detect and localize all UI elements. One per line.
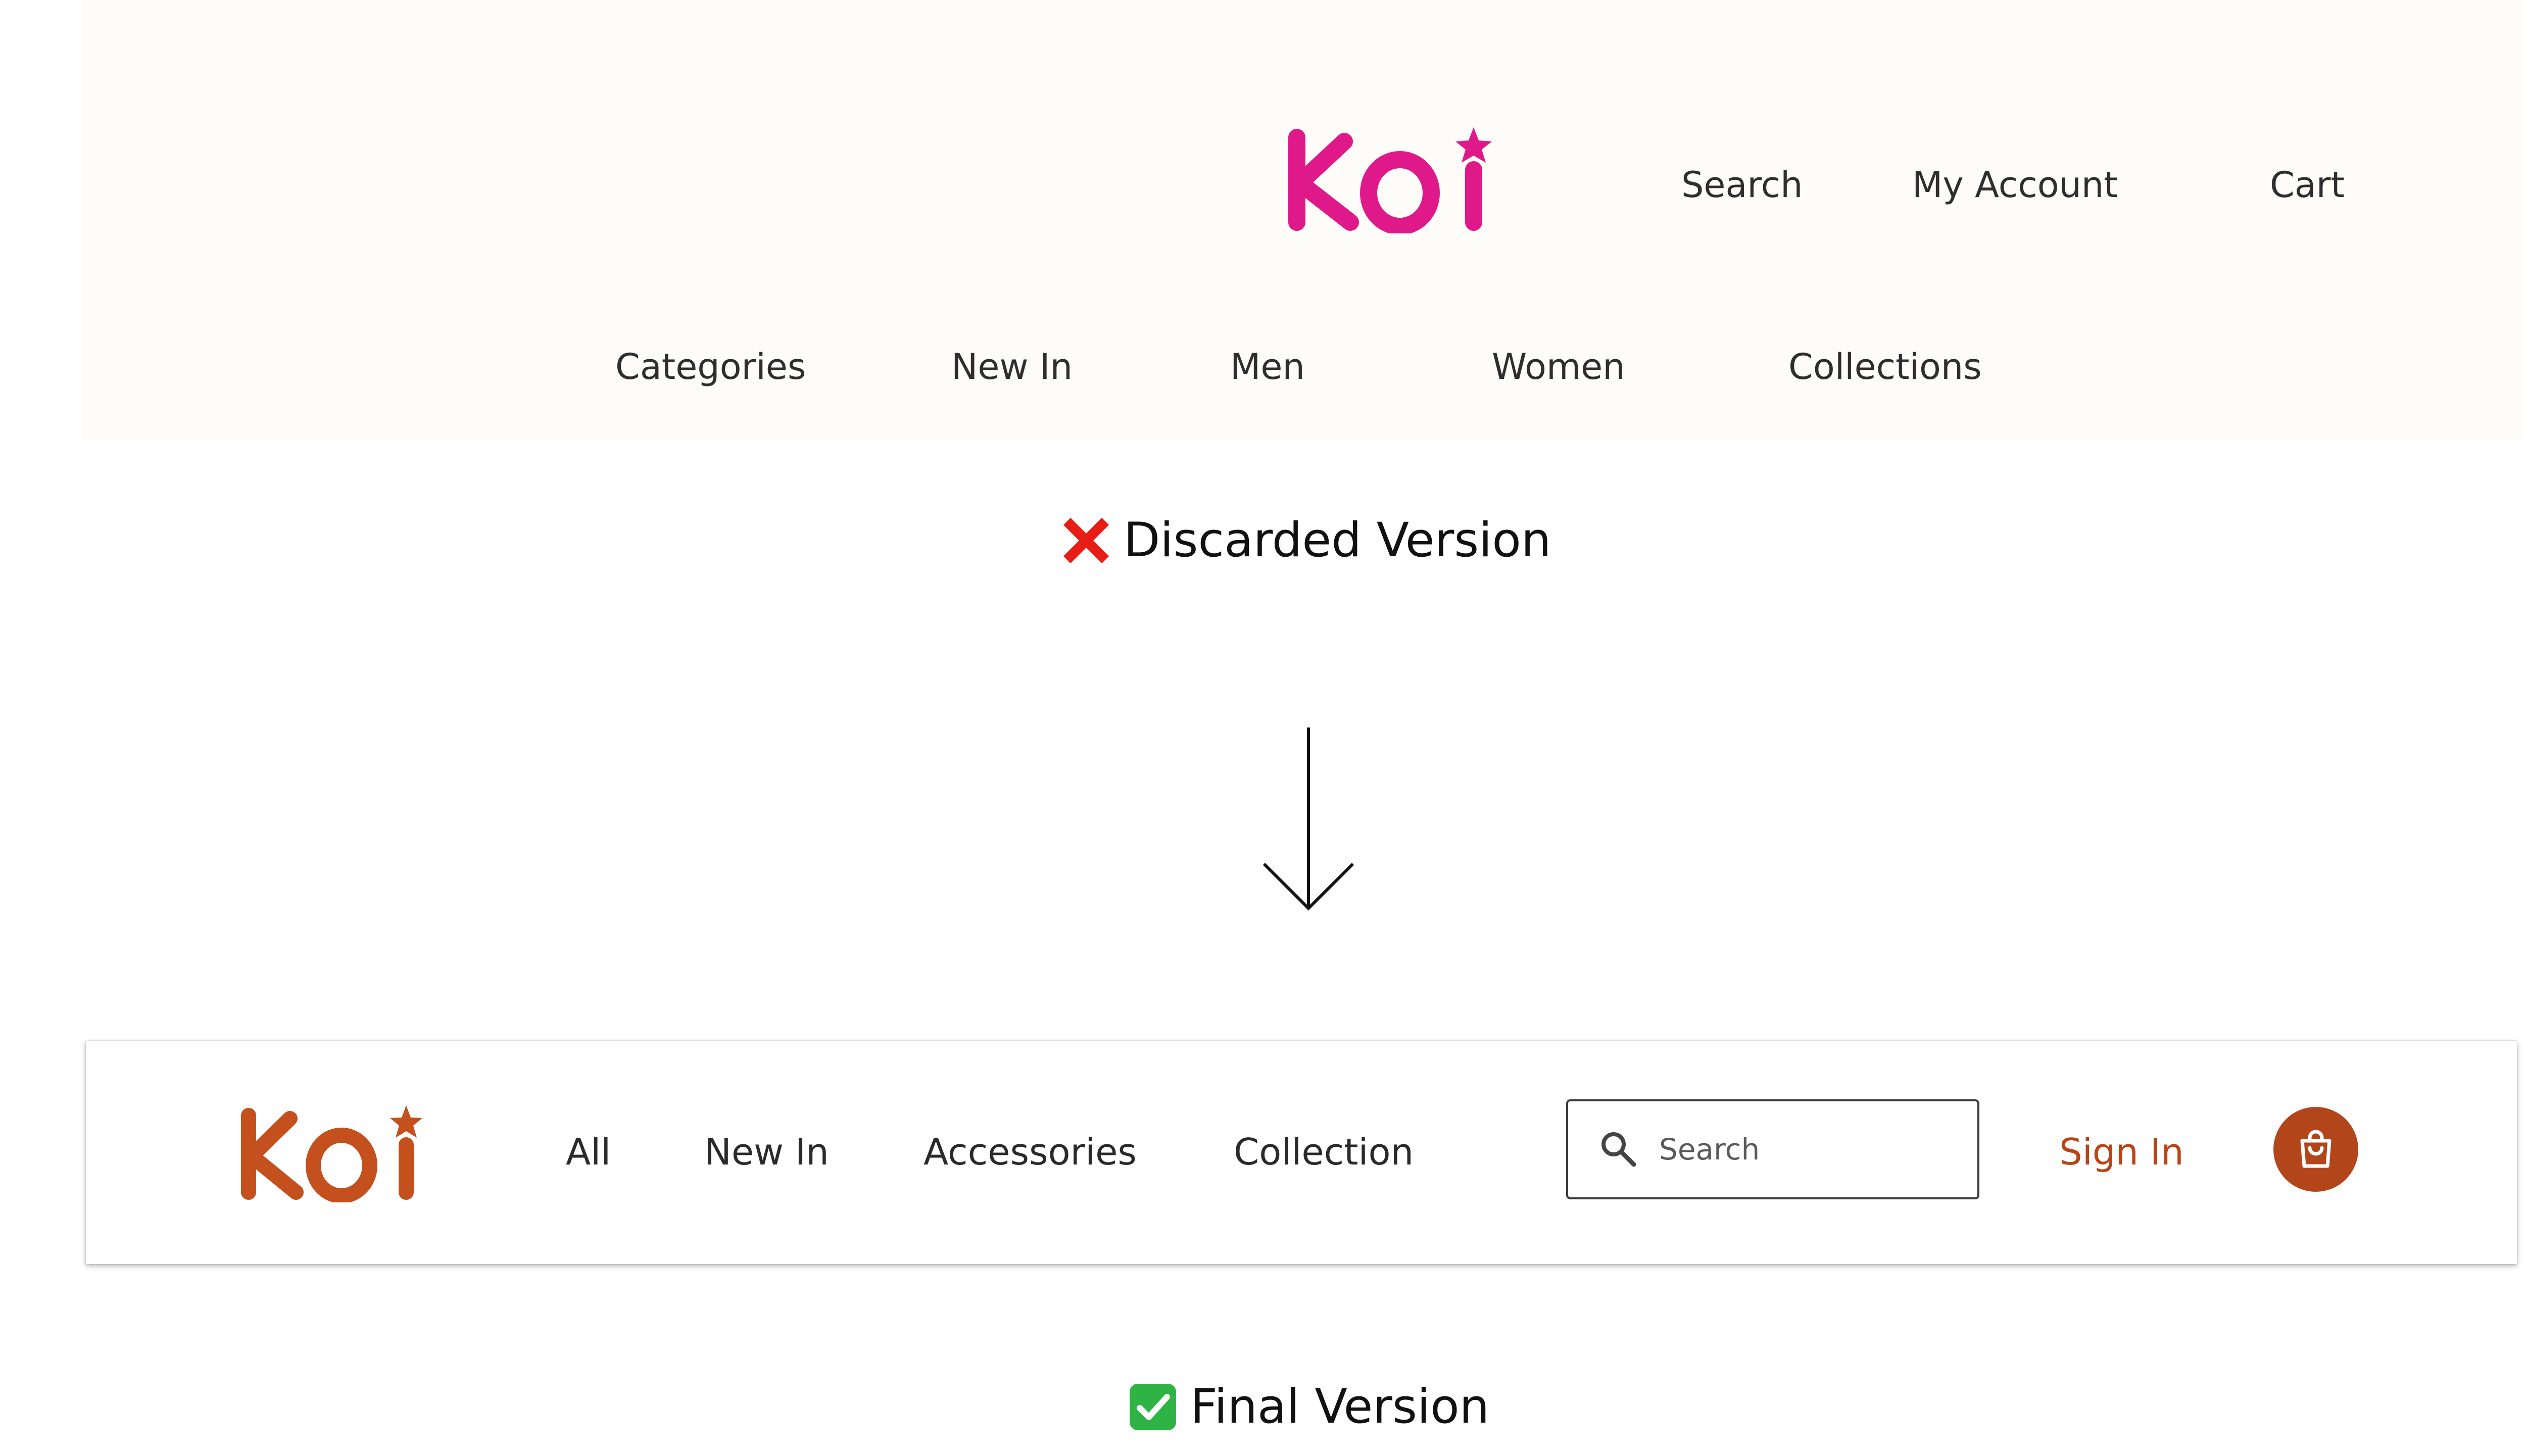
search-icon: [1601, 1132, 1636, 1167]
final-caption: Final Version: [1128, 1374, 1489, 1440]
nav-collections[interactable]: Collections: [1788, 342, 1982, 392]
search-input[interactable]: [1659, 1132, 1942, 1167]
arrow-down-icon: [1262, 727, 1354, 911]
final-header: All New In Accessories Collection Sign I…: [86, 1041, 2517, 1264]
nav-new-in[interactable]: New In: [951, 342, 1073, 392]
check-mark-icon: [1130, 1384, 1176, 1430]
cart-button[interactable]: [2273, 1107, 2358, 1192]
nav-women[interactable]: Women: [1492, 342, 1625, 392]
discarded-caption-text: Discarded Version: [1124, 513, 1551, 568]
koi-logo-final[interactable]: [233, 1096, 425, 1202]
cross-mark-icon: [1063, 517, 1109, 564]
search-box[interactable]: [1566, 1099, 1979, 1199]
nav-accessories[interactable]: Accessories: [924, 1127, 1137, 1177]
my-account-link[interactable]: My Account: [1912, 160, 2118, 210]
final-caption-text: Final Version: [1190, 1379, 1490, 1434]
koi-logo-discarded[interactable]: [1280, 117, 1497, 233]
nav-new-in[interactable]: New In: [704, 1127, 829, 1177]
sign-in-link[interactable]: Sign In: [2059, 1127, 2184, 1177]
cart-link[interactable]: Cart: [2270, 160, 2345, 210]
nav-all[interactable]: All: [566, 1127, 611, 1177]
nav-men[interactable]: Men: [1230, 342, 1305, 392]
nav-categories[interactable]: Categories: [615, 342, 806, 392]
nav-collection[interactable]: Collection: [1234, 1127, 1414, 1177]
search-link[interactable]: Search: [1681, 160, 1803, 210]
discarded-caption: Discarded Version: [1061, 508, 1551, 573]
discarded-header: Search My Account Cart Categories New In…: [82, 0, 2522, 441]
shopping-bag-icon: [2300, 1130, 2331, 1168]
